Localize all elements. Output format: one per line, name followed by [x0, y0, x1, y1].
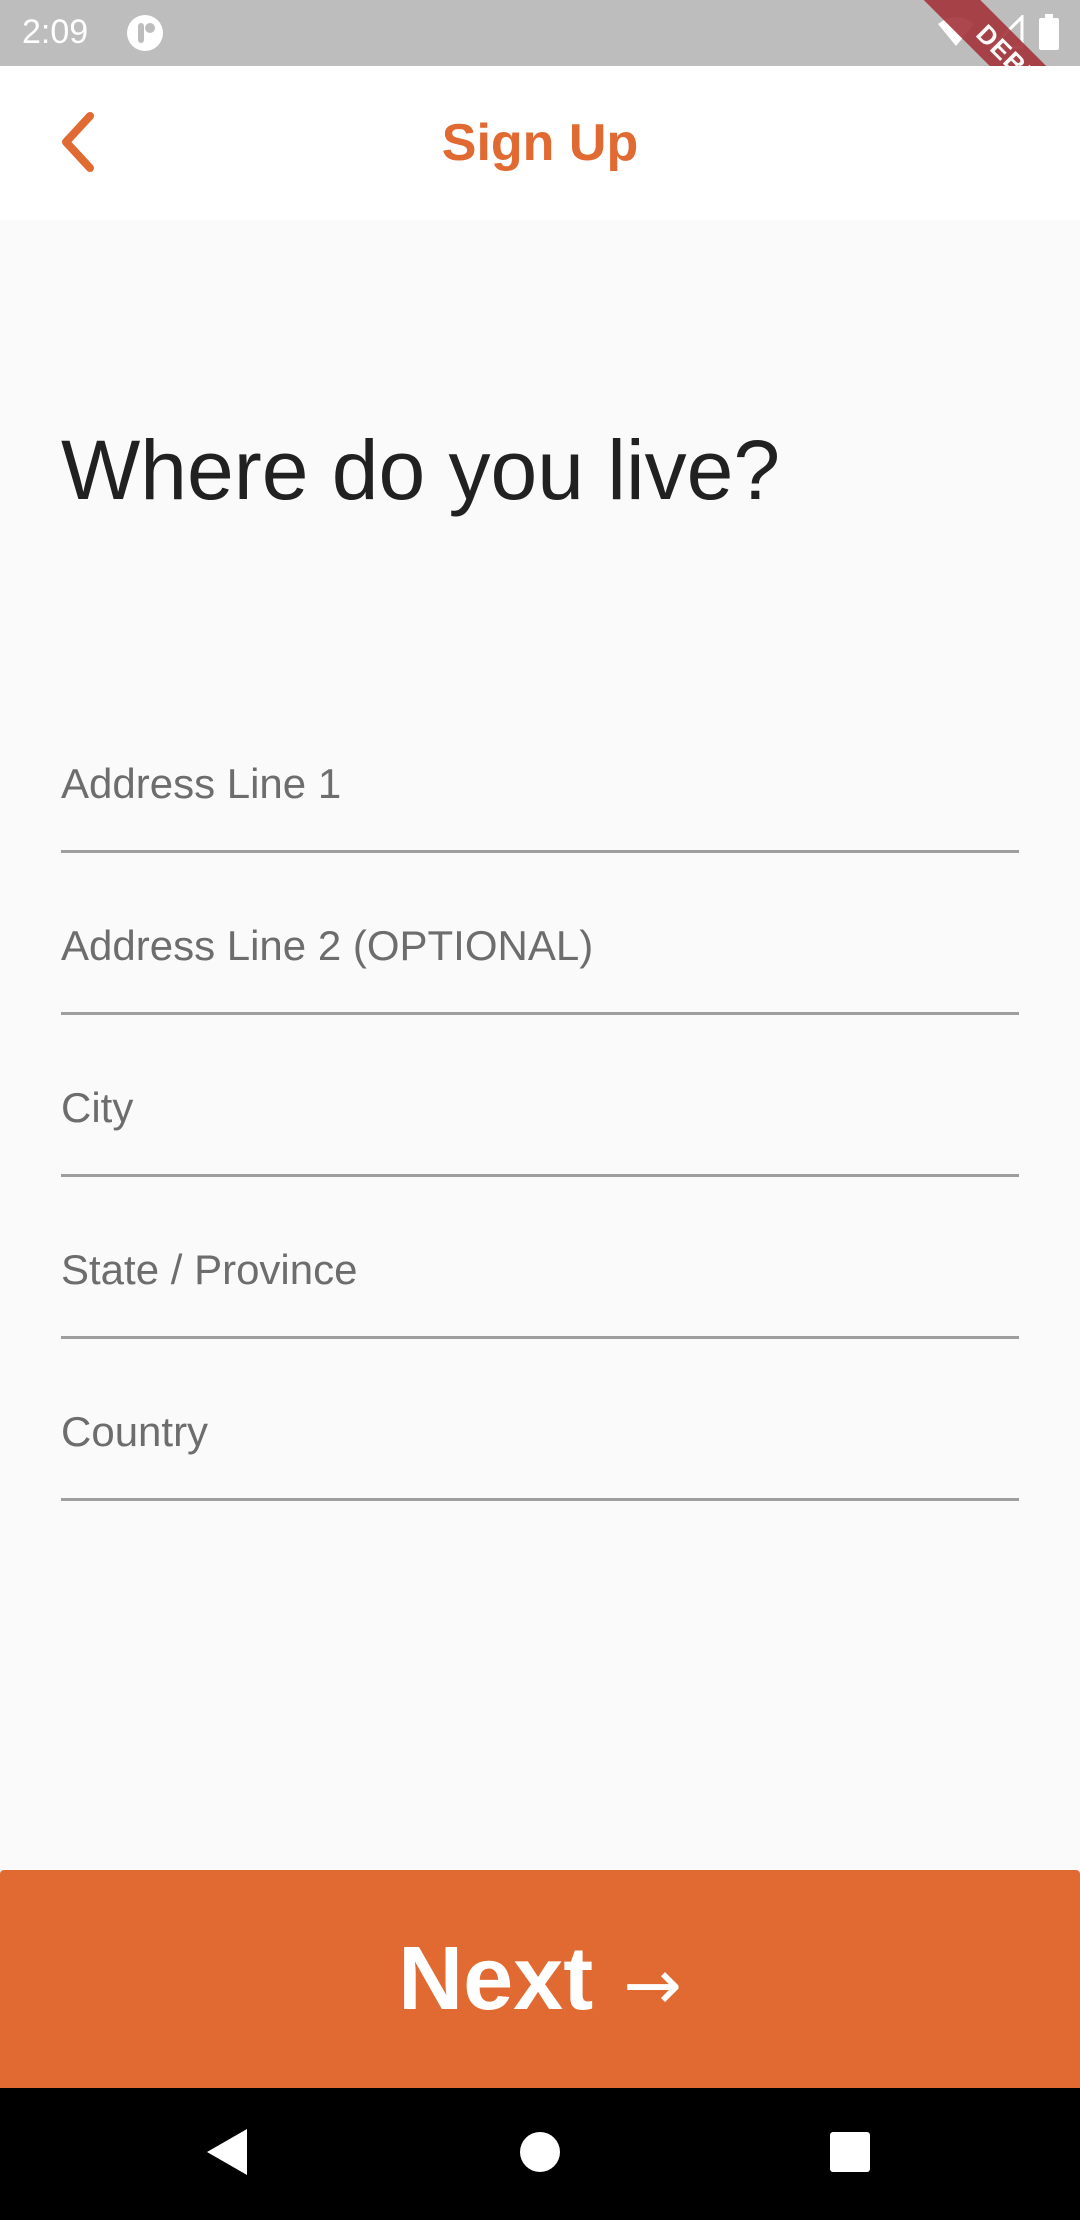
nav-recents-button[interactable] [820, 2124, 880, 2184]
battery-icon [1038, 13, 1060, 55]
question-heading: Where do you live? [61, 423, 781, 517]
recents-square-icon [828, 2130, 872, 2179]
status-icons [936, 12, 1060, 55]
address-line-1-field[interactable] [61, 688, 1019, 853]
status-time: 2:09 [22, 13, 89, 51]
address-line-1-input[interactable] [61, 688, 1019, 850]
address-line-2-input[interactable] [61, 850, 1019, 1012]
arrow-right-icon: → [623, 1944, 682, 2026]
cell-signal-icon [988, 12, 1024, 54]
state-province-field[interactable] [61, 1174, 1019, 1339]
nav-back-button[interactable] [196, 2124, 256, 2184]
back-button[interactable] [40, 106, 116, 182]
chevron-left-icon [58, 111, 98, 177]
city-field[interactable] [61, 1012, 1019, 1177]
address-line-2-field[interactable] [61, 850, 1019, 1015]
next-button[interactable]: Next → [0, 1870, 1080, 2088]
wifi-icon [936, 16, 976, 53]
app-notification-icon [126, 14, 164, 52]
nav-home-button[interactable] [510, 2124, 570, 2184]
app-bar: Sign Up [0, 66, 1080, 220]
status-bar: 2:09 [0, 0, 1080, 66]
system-nav-bar [0, 2088, 1080, 2220]
next-button-label: Next [398, 1928, 594, 2029]
page-title: Sign Up [441, 114, 639, 172]
home-circle-icon [518, 2130, 562, 2179]
state-province-input[interactable] [61, 1174, 1019, 1336]
city-input[interactable] [61, 1012, 1019, 1174]
country-input[interactable] [61, 1336, 1019, 1498]
country-field[interactable] [61, 1336, 1019, 1501]
back-triangle-icon [203, 2127, 249, 2182]
